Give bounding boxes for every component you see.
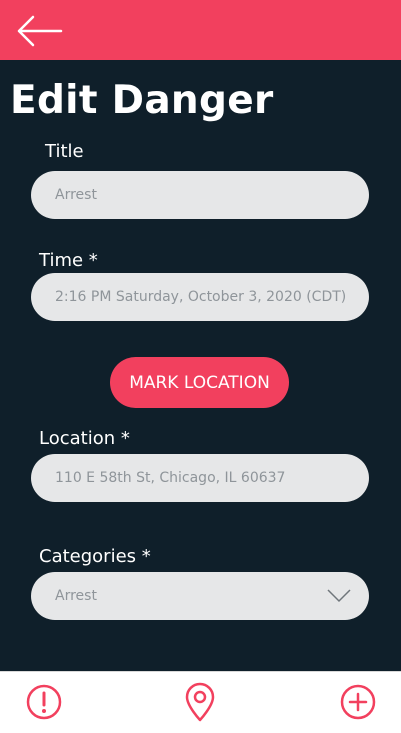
page-title: Edit Danger bbox=[10, 78, 274, 123]
add-danger-button[interactable] bbox=[338, 682, 378, 722]
categories-select[interactable]: Arrest bbox=[31, 572, 369, 620]
map-button[interactable] bbox=[180, 682, 220, 722]
categories-label: Categories * bbox=[39, 546, 151, 567]
plus-circle-icon bbox=[340, 684, 376, 720]
back-button[interactable] bbox=[13, 11, 65, 51]
arrow-left-icon bbox=[17, 15, 63, 47]
map-pin-icon bbox=[185, 682, 215, 722]
top-app-bar bbox=[0, 0, 401, 60]
time-input[interactable]: 2:16 PM Saturday, October 3, 2020 (CDT) bbox=[31, 273, 369, 321]
mark-location-button[interactable]: MARK LOCATION bbox=[110, 357, 289, 408]
exclamation-circle-icon bbox=[26, 684, 62, 720]
location-input[interactable]: 110 E 58th St, Chicago, IL 60637 bbox=[31, 454, 369, 502]
title-label: Title bbox=[45, 141, 84, 162]
location-label: Location * bbox=[39, 428, 130, 449]
edit-danger-form: Edit Danger Title Arrest Time * 2:16 PM … bbox=[0, 60, 401, 671]
categories-selected-value: Arrest bbox=[55, 588, 97, 604]
time-label: Time * bbox=[39, 250, 98, 271]
report-danger-button[interactable] bbox=[24, 682, 64, 722]
bottom-nav-bar bbox=[0, 671, 401, 733]
chevron-down-icon bbox=[327, 589, 351, 603]
title-input[interactable]: Arrest bbox=[31, 171, 369, 219]
